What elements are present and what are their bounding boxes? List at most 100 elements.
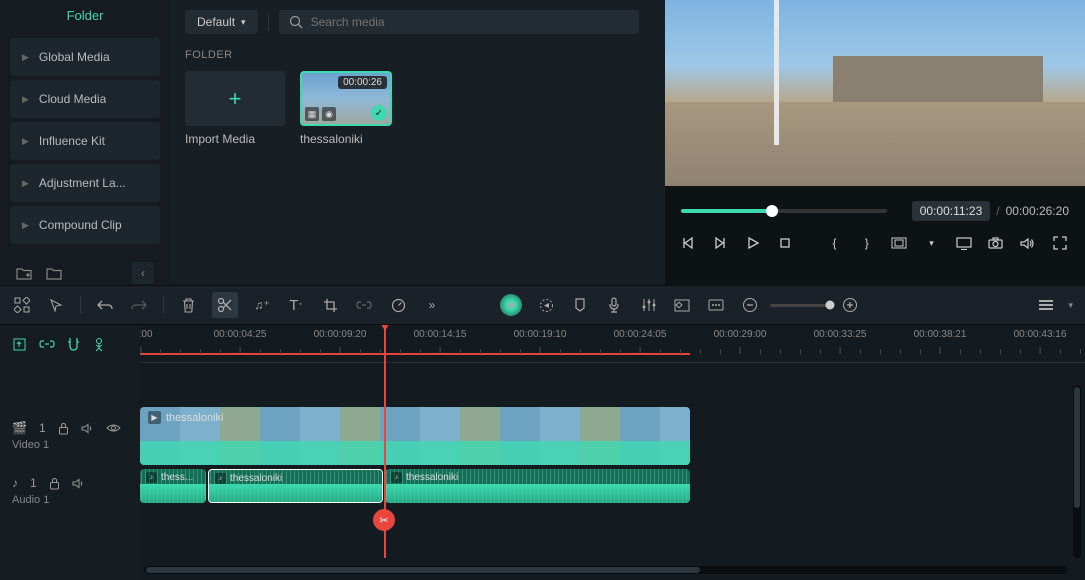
video-clip-thessaloniki[interactable]: ▶thessaloniki <box>140 407 690 465</box>
marker-icon[interactable] <box>570 295 590 315</box>
next-frame-button[interactable] <box>713 236 729 250</box>
split-marker-icon[interactable]: ✂ <box>373 509 395 531</box>
timeline-auto-icon[interactable] <box>92 337 106 352</box>
undo-button[interactable] <box>95 295 115 315</box>
preview-current-time: 00:00:11:23 <box>912 201 991 221</box>
text-button[interactable]: T⁺ <box>286 295 306 315</box>
timeline-link-icon[interactable] <box>39 339 55 349</box>
sort-dropdown[interactable]: Default▾ <box>185 10 258 34</box>
chevron-right-icon: ▶ <box>22 136 29 147</box>
sidebar-item-adjustment-layer[interactable]: ▶Adjustment La... <box>10 164 160 202</box>
zoom-out-button[interactable] <box>740 295 760 315</box>
chevron-down-icon[interactable]: ▾ <box>1068 300 1073 311</box>
camera-icon: ◉ <box>322 107 336 121</box>
chevron-right-icon: ▶ <box>22 94 29 105</box>
mark-in-button[interactable]: { <box>826 236 842 250</box>
fullscreen-button[interactable] <box>1053 236 1069 250</box>
effects-icon[interactable] <box>536 295 556 315</box>
chevron-right-icon: ▶ <box>22 220 29 231</box>
timeline-v-scrollbar[interactable] <box>1073 385 1081 558</box>
video-track[interactable]: ▶thessaloniki <box>140 405 1085 467</box>
ai-assistant-button[interactable]: ☻ <box>500 294 522 316</box>
search-input[interactable] <box>311 15 629 29</box>
zoom-slider[interactable] <box>770 304 830 307</box>
ruler-tick: 00:00:09:20 <box>314 329 367 340</box>
sidebar-item-cloud-media[interactable]: ▶Cloud Media <box>10 80 160 118</box>
ruler-tick: 00:00:38:21 <box>914 329 967 340</box>
chevron-right-icon: ▶ <box>22 178 29 189</box>
ruler-tick: 00:00:33:25 <box>814 329 867 340</box>
lock-icon[interactable] <box>49 477 60 490</box>
crop-button[interactable] <box>320 295 340 315</box>
ruler-tick: 00:00:43:16 <box>1014 329 1067 340</box>
new-folder-icon[interactable] <box>16 266 32 280</box>
audio-track-header[interactable]: ♪ 1 Audio 1 <box>0 467 140 515</box>
link-icon[interactable] <box>354 295 374 315</box>
display-button[interactable] <box>956 237 972 250</box>
more-icon[interactable]: » <box>422 295 442 315</box>
split-button[interactable] <box>212 292 238 318</box>
caption-icon[interactable] <box>706 295 726 315</box>
zoom-in-button[interactable] <box>840 295 860 315</box>
audio-track-icon: ♪ <box>12 476 18 490</box>
volume-button[interactable] <box>1020 237 1036 250</box>
timeline-h-scrollbar[interactable] <box>144 566 1067 574</box>
chevron-down-icon[interactable]: ▾ <box>923 238 939 249</box>
preview-viewport[interactable] <box>665 0 1085 186</box>
stop-button[interactable] <box>778 236 794 250</box>
mark-out-button[interactable]: } <box>859 236 875 250</box>
video-track-header[interactable]: 🎬 1 Video 1 <box>0 405 140 467</box>
list-view-icon[interactable] <box>1036 295 1056 315</box>
media-clip-thessaloniki[interactable]: 00:00:26 ▦◉ ✓ <box>300 71 392 126</box>
timeline-snap-icon[interactable] <box>67 337 80 352</box>
audio-clip-3[interactable]: ♪thessaloniki <box>385 469 690 503</box>
mixer-icon[interactable] <box>638 295 658 315</box>
timeline-refresh-icon[interactable] <box>12 337 27 352</box>
preview-total-time: 00:00:26:20 <box>1006 204 1069 218</box>
search-box[interactable] <box>279 10 639 34</box>
sidebar-folder-header[interactable]: Folder <box>10 0 160 30</box>
play-button[interactable] <box>746 236 762 250</box>
sidebar-item-compound-clip[interactable]: ▶Compound Clip <box>10 206 160 244</box>
clip-used-check-icon: ✓ <box>371 105 387 121</box>
snapshot-button[interactable] <box>988 237 1004 249</box>
audio-clip-1[interactable]: ♪thess... <box>140 469 206 503</box>
visibility-icon[interactable] <box>106 423 121 433</box>
keyframe-panel-icon[interactable] <box>672 295 692 315</box>
preview-seek-slider[interactable] <box>681 196 887 226</box>
sidebar-item-global-media[interactable]: ▶Global Media <box>10 38 160 76</box>
plus-icon: + <box>229 86 242 112</box>
folder-icon[interactable] <box>46 266 62 280</box>
cursor-icon[interactable] <box>46 295 66 315</box>
audio-icon: ♪ <box>391 472 402 483</box>
import-media-button[interactable]: + <box>185 71 285 126</box>
redo-button[interactable] <box>129 295 149 315</box>
audio-icon: ♪ <box>146 472 157 483</box>
timeline-ruler[interactable]: 00:0000:00:04:2500:00:09:2000:00:14:1500… <box>140 325 1085 363</box>
play-icon: ▶ <box>148 411 161 424</box>
voiceover-icon[interactable] <box>604 295 624 315</box>
audio-beat-icon[interactable]: ♫⁺ <box>252 295 272 315</box>
audio-track[interactable]: ♪thess... ♪thessaloniki ♪thessaloniki <box>140 467 1085 515</box>
speed-button[interactable] <box>388 295 408 315</box>
import-media-label: Import Media <box>185 132 285 146</box>
video-icon: ▦ <box>305 107 319 121</box>
chevron-right-icon: ▶ <box>22 52 29 63</box>
timeline-tracks-area[interactable]: 00:0000:00:04:2500:00:09:2000:00:14:1500… <box>140 325 1085 580</box>
ruler-tick: 00:00:24:05 <box>614 329 667 340</box>
chevron-down-icon: ▾ <box>241 17 246 28</box>
ruler-tick: 00:00:14:15 <box>414 329 467 340</box>
layout-icon[interactable] <box>12 295 32 315</box>
video-track-icon: 🎬 <box>12 421 27 435</box>
mute-icon[interactable] <box>72 478 85 489</box>
delete-button[interactable] <box>178 295 198 315</box>
sidebar-item-influence-kit[interactable]: ▶Influence Kit <box>10 122 160 160</box>
prev-frame-button[interactable] <box>681 236 697 250</box>
lock-icon[interactable] <box>58 422 69 435</box>
audio-clip-2[interactable]: ♪thessaloniki <box>208 469 383 503</box>
ruler-tick: 00:00:04:25 <box>214 329 267 340</box>
mute-icon[interactable] <box>81 423 94 434</box>
aspect-ratio-button[interactable] <box>891 237 907 249</box>
audio-icon: ♪ <box>215 473 226 484</box>
collapse-sidebar-button[interactable]: ‹ <box>132 262 154 284</box>
